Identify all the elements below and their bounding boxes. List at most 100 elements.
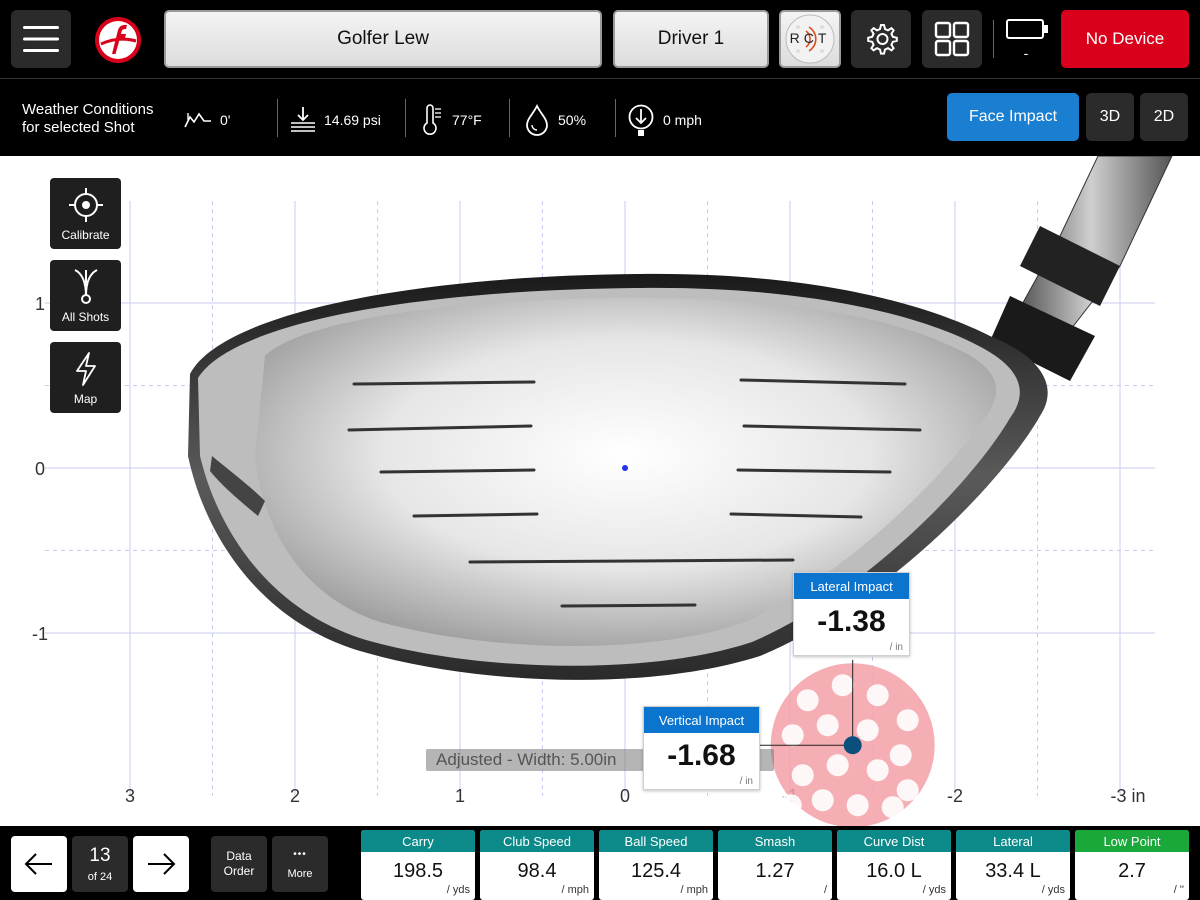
- metric-label: Lateral: [956, 830, 1070, 852]
- top-bar: Golfer Lew Driver 1 RCT - No Device: [0, 0, 1200, 78]
- shot-trajectories-icon: [73, 269, 98, 304]
- metric-tile[interactable]: Ball Speed 125.4 / mph: [599, 830, 713, 900]
- y-axis-ticks: 1 0 -1: [32, 294, 48, 644]
- all-shots-button[interactable]: All Shots: [50, 260, 121, 331]
- club-head-image: [188, 156, 1173, 680]
- tab-2d[interactable]: 2D: [1140, 93, 1188, 141]
- battery-text: -: [1023, 45, 1029, 61]
- wind-direction-icon: [628, 104, 654, 136]
- logo-icon: [95, 17, 141, 63]
- impact-point: [843, 736, 862, 755]
- metric-tile[interactable]: Lateral 33.4 L / yds: [956, 830, 1070, 900]
- tab-face-impact-label: Face Impact: [968, 108, 1058, 125]
- wind-reading: 0 mph: [627, 101, 702, 139]
- altitude-reading: 0': [184, 101, 230, 139]
- calibrate-label: Calibrate: [61, 228, 110, 242]
- metric-tile[interactable]: Curve Dist 16.0 L / yds: [837, 830, 951, 900]
- metric-tile[interactable]: Smash 1.27 /: [718, 830, 832, 900]
- temperature-reading: 77°F: [420, 101, 482, 139]
- vertical-impact-value: -1.68: [667, 739, 736, 772]
- pressure-value: 14.69 psi: [324, 112, 381, 128]
- settings-button[interactable]: [851, 10, 911, 68]
- temperature-value: 77°F: [452, 112, 482, 128]
- bottom-bar: 13 of 24 Data Order ••• More Carry 198.5/…: [0, 826, 1200, 900]
- metric-value: 1.27: [755, 860, 795, 882]
- tab-face-impact[interactable]: Face Impact: [947, 93, 1079, 141]
- face-impact-chart: 3 2 1 0 -1 -2 -3 in 1 0 -1: [32, 156, 1173, 826]
- metric-value: 98.4: [517, 860, 557, 882]
- tab-2d-label: 2D: [1153, 108, 1175, 125]
- lateral-impact-value: -1.38: [817, 605, 886, 638]
- arrow-left-icon: [24, 853, 52, 875]
- gear-icon: [867, 24, 898, 55]
- metric-value: 33.4 L: [985, 860, 1041, 882]
- metric-value: 2.7: [1118, 860, 1146, 882]
- face-impact-view: 3 2 1 0 -1 -2 -3 in 1 0 -1 Calibrate All Shots M…: [0, 156, 1200, 826]
- metric-unit: / yds: [922, 884, 946, 896]
- battery-icon: [1006, 19, 1048, 39]
- metric-unit: /: [823, 884, 827, 896]
- impact-layer: [760, 659, 935, 826]
- next-shot-button[interactable]: [133, 836, 189, 892]
- metric-unit: / mph: [680, 884, 708, 896]
- x-axis-ticks: 3210-1-2-3 in: [125, 786, 1146, 806]
- vertical-impact-label: Vertical Impact: [644, 707, 759, 733]
- metric-value: 198.5: [392, 860, 444, 882]
- golfer-name: Golfer Lew: [337, 28, 429, 49]
- more-dots-icon: •••: [293, 848, 307, 860]
- vertical-impact-unit: / in: [739, 776, 753, 787]
- metric-label: Club Speed: [480, 830, 594, 852]
- weather-title-line1: Weather Conditions: [22, 101, 154, 118]
- altitude-value: 0': [220, 112, 231, 128]
- metric-label: Carry: [361, 830, 475, 852]
- x-tick-label: 3: [125, 786, 135, 806]
- all-shots-label: All Shots: [61, 310, 110, 324]
- metric-unit: / yds: [1041, 884, 1065, 896]
- metric-unit: / '': [1173, 884, 1184, 896]
- data-order-label-1: Data: [226, 849, 252, 863]
- vertical-impact-callout: Vertical Impact -1.68 / in: [643, 706, 760, 790]
- calibrate-button[interactable]: Calibrate: [50, 178, 121, 249]
- data-order-label-2: Order: [223, 864, 255, 878]
- metric-unit: / yds: [446, 884, 470, 896]
- rct-ball-button[interactable]: RCT: [779, 10, 841, 68]
- metric-label: Smash: [718, 830, 832, 852]
- layout-button[interactable]: [922, 10, 982, 68]
- metric-label: Ball Speed: [599, 830, 713, 852]
- data-order-button[interactable]: Data Order: [211, 836, 267, 892]
- thermometer-icon: [423, 104, 441, 135]
- crosshair-icon: [68, 188, 103, 222]
- tab-3d[interactable]: 3D: [1086, 93, 1134, 141]
- metric-value: 125.4: [630, 860, 682, 882]
- device-status-button[interactable]: No Device: [1061, 10, 1189, 68]
- more-button[interactable]: ••• More: [272, 836, 328, 892]
- pressure-icon: [291, 107, 315, 132]
- battery-indicator: -: [1006, 18, 1050, 64]
- x-tick-label: 2: [290, 786, 300, 806]
- metric-tile[interactable]: Low Point 2.7 / '': [1075, 830, 1189, 900]
- adjusted-width-text: Adjusted - Width: 5.00in: [436, 750, 617, 769]
- face-center-dot: [622, 465, 628, 471]
- weather-divider: [615, 99, 616, 137]
- tab-3d-label: 3D: [1099, 108, 1121, 125]
- shot-total: of 24: [87, 871, 113, 883]
- device-status-label: No Device: [1085, 29, 1165, 48]
- golfer-selector[interactable]: Golfer Lew: [164, 10, 602, 68]
- map-label: Map: [73, 392, 98, 406]
- arrow-right-icon: [148, 853, 176, 875]
- metric-tile[interactable]: Club Speed 98.4 / mph: [480, 830, 594, 900]
- y-tick-label: 1: [35, 294, 45, 314]
- lateral-impact-unit: / in: [889, 642, 903, 653]
- metric-unit: / mph: [561, 884, 589, 896]
- shot-number: 13: [89, 845, 111, 866]
- map-button[interactable]: Map: [50, 342, 121, 413]
- water-drop-icon: [526, 104, 548, 136]
- metric-value: 16.0 L: [866, 860, 922, 882]
- menu-button[interactable]: [11, 10, 71, 68]
- lightning-icon: [75, 352, 96, 386]
- lateral-impact-label: Lateral Impact: [794, 573, 909, 599]
- shot-counter[interactable]: 13 of 24: [72, 836, 128, 892]
- club-selector[interactable]: Driver 1: [613, 10, 769, 68]
- metric-tile[interactable]: Carry 198.5/ yds: [361, 830, 475, 900]
- previous-shot-button[interactable]: [11, 836, 67, 892]
